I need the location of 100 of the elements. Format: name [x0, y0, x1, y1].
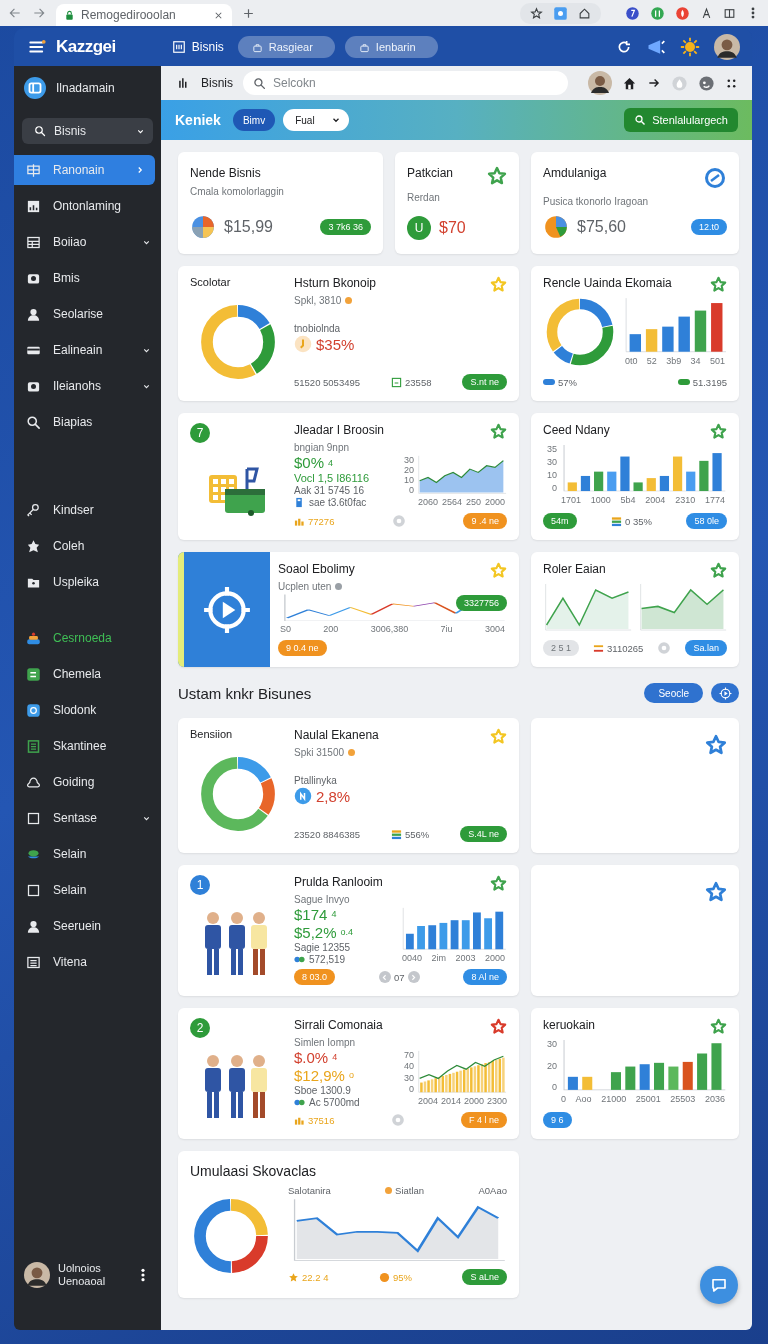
search-field[interactable]: Selcokn: [243, 71, 568, 95]
sidebar-item[interactable]: Skantinee: [14, 728, 161, 764]
emoji-button[interactable]: [698, 74, 715, 92]
sidebar-item[interactable]: Cesrnoeda: [14, 620, 161, 656]
axis-label: Aoo: [575, 1094, 592, 1104]
board-icon: [26, 162, 41, 178]
cake-icon: [26, 630, 41, 646]
axis-label: 25001: [635, 1094, 661, 1104]
axis-label: 2036: [704, 1094, 725, 1104]
face-icon: [698, 74, 715, 92]
extension-icon: [650, 5, 665, 21]
nav-pill[interactable]: Rasgiear: [237, 36, 335, 58]
chat-button[interactable]: [700, 1266, 738, 1304]
number-badge: 2: [190, 1018, 210, 1038]
status-badge: 9 6: [543, 1112, 572, 1128]
axis-label: 2000: [484, 497, 505, 507]
coin-icon: [294, 335, 312, 353]
axis-label: 2060: [418, 497, 439, 507]
square-icon: [26, 882, 41, 898]
section-icon-button[interactable]: [711, 683, 739, 703]
refresh-icon: [616, 39, 632, 55]
extension-icon: [625, 5, 640, 21]
axis-label: S0: [280, 624, 291, 634]
new-tab-button[interactable]: [242, 6, 255, 20]
back-icon: [8, 6, 22, 20]
status-badge: S.4L ne: [460, 826, 507, 842]
axis-label: 21000: [601, 1094, 627, 1104]
sidebar-item[interactable]: Ealineain: [14, 332, 161, 368]
axis-label: 0: [408, 1084, 414, 1094]
metric-value: $70: [439, 219, 466, 237]
sidebar-item[interactable]: Boiiao: [14, 224, 161, 260]
metric-value: $0%: [294, 454, 325, 471]
axis-label: 0: [551, 1082, 557, 1092]
metric-suffix: 4: [328, 457, 334, 468]
extension-icon: [553, 5, 568, 21]
search-icon: [34, 125, 46, 137]
number-badge: 1: [190, 875, 210, 895]
sidebar-item[interactable]: Chemela: [14, 656, 161, 692]
sidebar-item[interactable]: Goiding: [14, 764, 161, 800]
card-subtitle: Pusica tkonorlo Iragoan: [543, 196, 650, 207]
sidebar-item[interactable]: Kindser: [14, 492, 161, 528]
avatar-icon: [588, 71, 612, 95]
sidebar-dropdown[interactable]: Bisnis: [22, 118, 153, 144]
search-icon: [253, 77, 266, 90]
dot-icon: [378, 1271, 390, 1283]
home-button[interactable]: [622, 75, 637, 91]
back-button[interactable]: [8, 6, 22, 20]
card-title: Naulal Ekanena: [294, 728, 379, 742]
sidebar-item[interactable]: Selain: [14, 872, 161, 908]
sidebar-item[interactable]: Uspleika: [14, 564, 161, 600]
axis-label: 35: [546, 444, 557, 454]
axis-label: 1774: [704, 495, 725, 505]
sidebar-item[interactable]: Ileianohs: [14, 368, 161, 404]
sidebar-item[interactable]: Selain: [14, 836, 161, 872]
forward-icon: [32, 6, 46, 20]
star-icon: [530, 6, 543, 20]
user-role: Uenoaoal: [58, 1274, 107, 1288]
sidebar-item[interactable]: Vitena: [14, 944, 161, 980]
sidebar-item[interactable]: Biapias: [14, 404, 161, 440]
page-title: Bisnis: [201, 76, 233, 90]
section-button[interactable]: Seocle: [644, 683, 703, 703]
metric-value: Ac 5700md: [309, 1096, 360, 1108]
compass-icon: [202, 584, 252, 635]
card-title: Amdulaniga: [543, 166, 607, 180]
sidebar-item[interactable]: Slodonk: [14, 692, 161, 728]
legend-icon: [593, 642, 605, 654]
square-icon: [26, 810, 41, 826]
sidebar-item[interactable]: Coleh: [14, 528, 161, 564]
profile-button[interactable]: [714, 34, 740, 60]
filter-dropdown[interactable]: Fual: [283, 109, 349, 131]
share-button[interactable]: [647, 76, 661, 90]
search-button[interactable]: Stenlalulargech: [624, 108, 738, 132]
status-badge: 2 5 1: [543, 640, 580, 656]
metric-value: sae t3.6t0fac: [309, 497, 367, 508]
browser-tab[interactable]: Remogedirooolan: [56, 4, 232, 26]
legend-icon: [391, 828, 402, 840]
filter-chip[interactable]: Bimv: [232, 109, 276, 131]
refresh-button[interactable]: [616, 39, 632, 55]
star-icon: [288, 1271, 299, 1283]
axis-label: 70: [403, 1050, 414, 1060]
sidebar-item[interactable]: Ontonlaming: [14, 188, 161, 224]
avatar-icon: [24, 1261, 50, 1288]
card-title: Umulaasi Skovaclas: [190, 1163, 318, 1179]
nav-pill[interactable]: Ienbarin: [344, 36, 438, 58]
sidebar-item[interactable]: Sentase: [14, 800, 161, 836]
sidebar-item[interactable]: Seeruein: [14, 908, 161, 944]
axis-label: 0: [561, 1094, 566, 1104]
status-badge: S.nt ne: [462, 374, 507, 390]
status-badge: S aLne: [462, 1269, 507, 1285]
sidebar-item[interactable]: Bmis: [14, 260, 161, 296]
chat-icon: [710, 1276, 728, 1294]
profile-button[interactable]: [588, 71, 612, 95]
footer-value: 556%: [405, 828, 430, 840]
forward-button[interactable]: [32, 6, 46, 20]
card-title: Nende Bisnis: [190, 166, 261, 180]
nav-link[interactable]: Bisnis: [167, 40, 228, 54]
sidebar-item[interactable]: Seolarise: [14, 296, 161, 332]
theme-button[interactable]: [680, 37, 700, 57]
circle-icon: [390, 1113, 405, 1127]
card-title: Soaol Ebolimy: [278, 562, 355, 576]
